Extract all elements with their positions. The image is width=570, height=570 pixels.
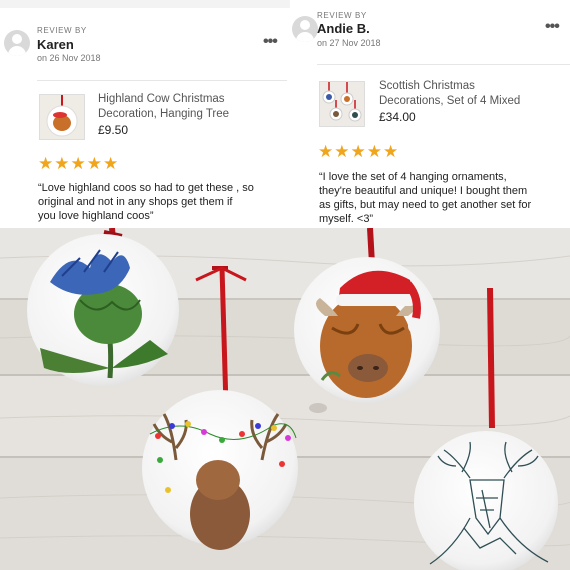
review-date: on 26 Nov 2018 bbox=[37, 53, 101, 63]
product-title-line[interactable]: Decoration, Hanging Tree bbox=[98, 107, 229, 122]
review-by-label: REVIEW BY bbox=[37, 26, 87, 35]
reviews-section: REVIEW BY Karen on 26 Nov 2018 ••• Highl… bbox=[0, 0, 570, 228]
review-text-line: as gifts, but may need to get another se… bbox=[319, 199, 532, 211]
avatar[interactable] bbox=[292, 16, 318, 42]
avatar[interactable] bbox=[4, 30, 30, 56]
product-price: £34.00 bbox=[379, 110, 416, 124]
divider bbox=[37, 80, 287, 81]
product-price: £9.50 bbox=[98, 123, 129, 137]
product-thumbnail[interactable] bbox=[319, 81, 365, 127]
star-rating: ★★★★★ bbox=[318, 142, 400, 161]
product-photo bbox=[0, 228, 570, 570]
review-by-label: REVIEW BY bbox=[317, 11, 367, 20]
reviewer-name[interactable]: Andie B. bbox=[317, 21, 370, 36]
product-title-line[interactable]: Decorations, Set of 4 Mixed bbox=[379, 94, 520, 109]
review-text-line: “Love highland coos so had to get these … bbox=[38, 182, 254, 194]
product-title-line[interactable]: Scottish Christmas bbox=[379, 79, 475, 94]
product-thumbnail[interactable] bbox=[39, 94, 85, 140]
top-bar bbox=[0, 0, 290, 8]
divider bbox=[317, 64, 570, 65]
review-date: on 27 Nov 2018 bbox=[317, 38, 381, 48]
review-card-karen: REVIEW BY Karen on 26 Nov 2018 ••• Highl… bbox=[0, 0, 290, 228]
more-horizontal-icon[interactable]: ••• bbox=[545, 18, 560, 36]
more-horizontal-icon[interactable]: ••• bbox=[263, 33, 278, 51]
review-text-line: you love highland coos” bbox=[38, 210, 154, 222]
review-text-line: myself. <3” bbox=[319, 213, 374, 225]
star-rating: ★★★★★ bbox=[38, 154, 120, 173]
reviewer-name[interactable]: Karen bbox=[37, 37, 74, 52]
review-text-line: they're beautiful and unique! I bought t… bbox=[319, 185, 528, 197]
product-title-line[interactable]: Highland Cow Christmas bbox=[98, 92, 225, 107]
review-text-line: original and not in any shops get them i… bbox=[38, 196, 233, 208]
review-text-line: “I love the set of 4 hanging ornaments, bbox=[319, 171, 507, 183]
review-card-andie: REVIEW BY Andie B. on 27 Nov 2018 ••• Sc… bbox=[290, 0, 570, 228]
